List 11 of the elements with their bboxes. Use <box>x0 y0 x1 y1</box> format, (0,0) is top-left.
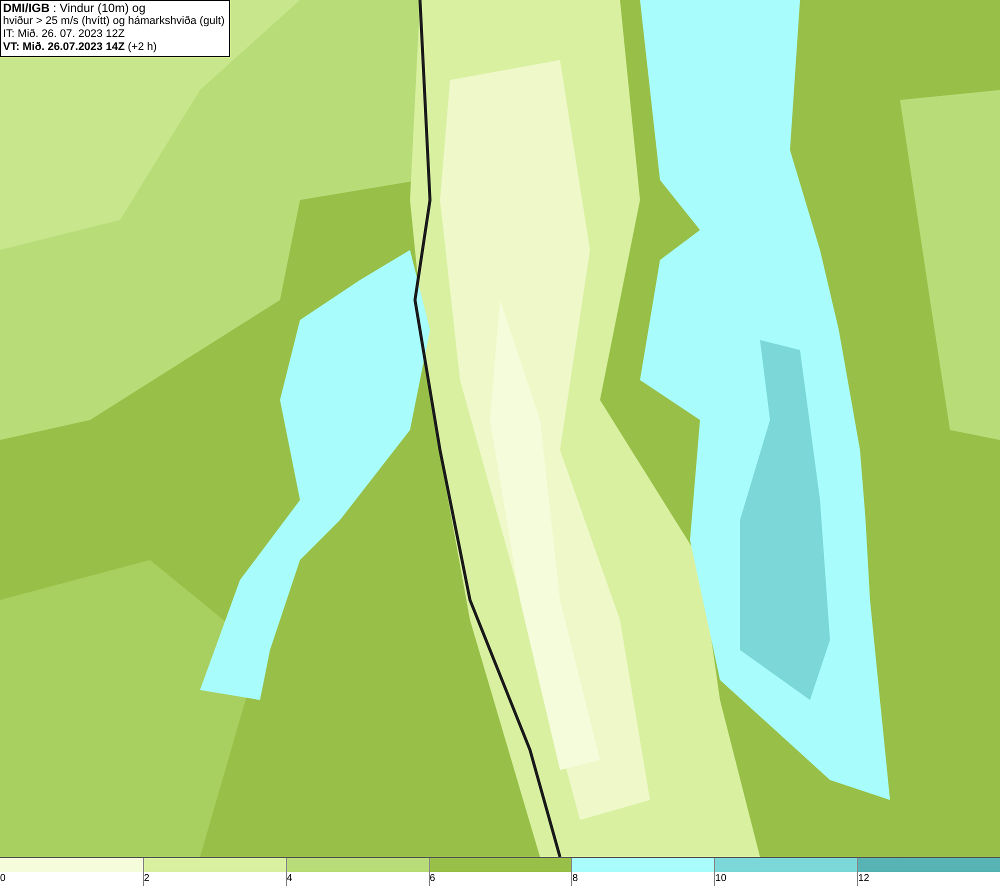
header-text: IT: Mið. 26. 07. 2023 12Z <box>3 28 126 41</box>
legend-label: 4 <box>286 872 292 886</box>
header-text: DMI/IGB : Vindur (10m) og <box>3 2 146 15</box>
header-text: VT: Mið. 26.07.2023 14Z (+2 h) <box>3 41 158 54</box>
header-text: hviður > 25 m/s (hvítt) og hámarkshviða (gult) <box>3 15 225 28</box>
legend-label: 6 <box>430 872 436 886</box>
legend-label: 12 <box>858 872 870 886</box>
legend-label: 10 <box>715 872 726 886</box>
legend-label: 0 <box>0 872 6 886</box>
legend-label: 2 <box>144 872 150 886</box>
legend-label: 8 <box>572 872 578 886</box>
